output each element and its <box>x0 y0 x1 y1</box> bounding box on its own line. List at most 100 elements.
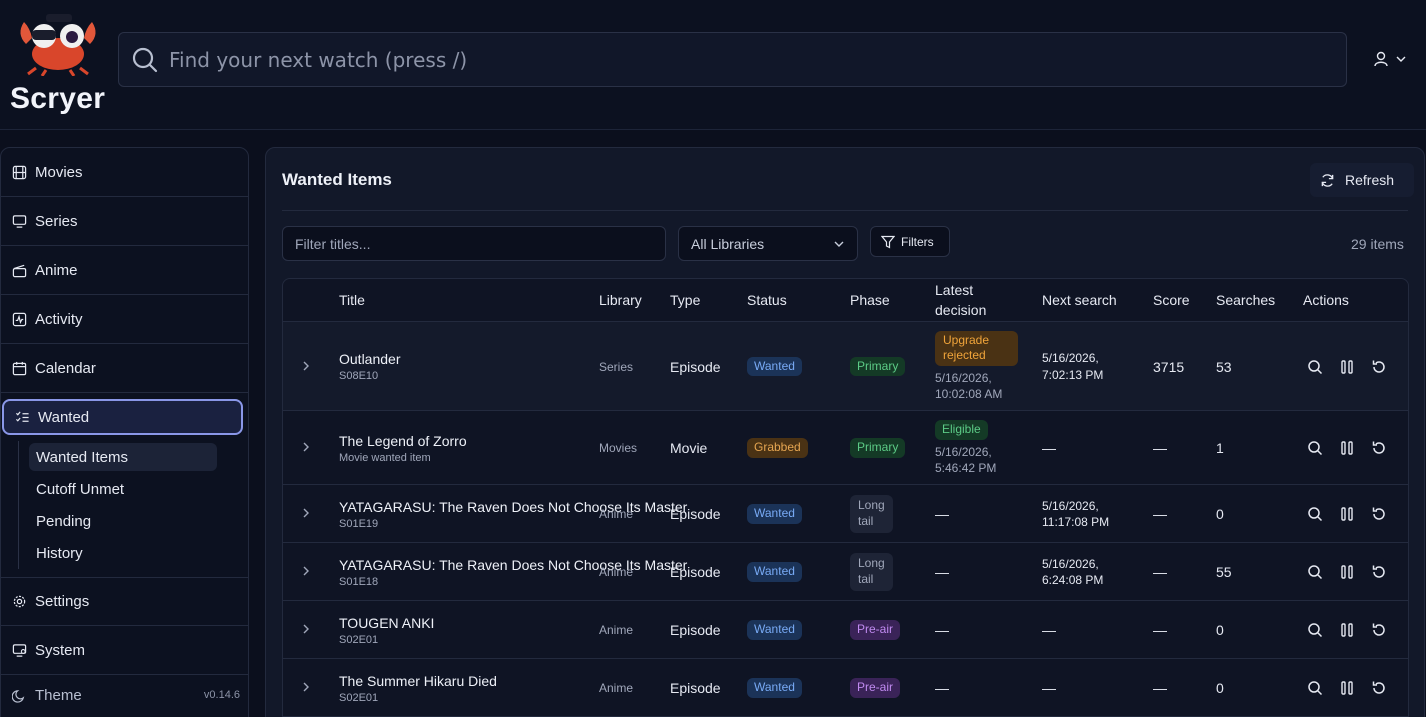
sidebar-item-series[interactable]: Series <box>1 197 248 246</box>
crab-logo-icon <box>20 14 96 76</box>
search-icon[interactable] <box>1307 506 1323 522</box>
row-type: Episode <box>670 506 721 522</box>
chevron-right-icon[interactable] <box>301 565 311 577</box>
col-actions: Actions <box>1303 291 1349 308</box>
table-row[interactable]: The Legend of Zorro Movie wanted item Mo… <box>283 411 1408 485</box>
subnav-history[interactable]: History <box>29 539 217 567</box>
sidebar-item-wanted[interactable]: Wanted <box>2 399 243 435</box>
table-row[interactable]: The Summer Hikaru Died S02E01 Anime Epis… <box>283 659 1408 717</box>
filter-icon <box>881 235 895 248</box>
reset-icon[interactable] <box>1371 506 1387 522</box>
sidebar-item-anime[interactable]: Anime <box>1 246 248 295</box>
pause-icon[interactable] <box>1339 622 1355 638</box>
search-icon[interactable] <box>1307 564 1323 580</box>
reset-icon[interactable] <box>1371 680 1387 696</box>
search-icon[interactable] <box>1307 440 1323 456</box>
pause-icon[interactable] <box>1339 506 1355 522</box>
sidebar-item-settings[interactable]: Settings <box>1 577 248 626</box>
app-logo[interactable]: Scryer <box>10 8 110 118</box>
sidebar-item-movies[interactable]: Movies <box>1 148 248 197</box>
subnav-cutoff-unmet[interactable]: Cutoff Unmet <box>29 475 217 503</box>
gear-icon <box>13 595 26 608</box>
row-searches: 53 <box>1216 358 1232 375</box>
phase-line2: tail <box>858 572 874 586</box>
filter-titles-input[interactable] <box>282 226 666 261</box>
reset-icon[interactable] <box>1371 622 1387 638</box>
row-subtitle: S08E10 <box>339 370 379 382</box>
chevron-right-icon[interactable] <box>301 681 311 693</box>
chevron-right-icon[interactable] <box>301 441 311 453</box>
row-title[interactable]: The Summer Hikaru Died <box>339 673 497 689</box>
activity-icon <box>12 312 27 326</box>
search-icon[interactable] <box>1307 680 1323 696</box>
table-row[interactable]: YATAGARASU: The Raven Does Not Choose It… <box>283 543 1408 601</box>
sidebar-item-label: Anime <box>35 261 78 279</box>
row-title[interactable]: YATAGARASU: The Raven Does Not Choose It… <box>339 499 687 515</box>
row-decision: — <box>935 622 949 638</box>
pause-icon[interactable] <box>1339 359 1355 375</box>
col-type[interactable]: Type <box>670 279 700 322</box>
subnav-wanted-items[interactable]: Wanted Items <box>29 443 217 471</box>
row-type: Episode <box>670 622 721 638</box>
library-select-value: All Libraries <box>691 235 765 252</box>
decision-time: 10:02:08 AM <box>935 387 1003 402</box>
col-searches[interactable]: Searches <box>1216 279 1275 322</box>
status-badge: Wanted <box>747 356 802 377</box>
row-title[interactable]: TOUGEN ANKI <box>339 615 434 631</box>
search-icon[interactable] <box>1307 622 1323 638</box>
table-row[interactable]: TOUGEN ANKI S02E01 Anime Episode Wanted … <box>283 601 1408 659</box>
row-subtitle: S01E19 <box>339 517 379 530</box>
row-score: — <box>1153 622 1167 638</box>
col-score[interactable]: Score <box>1153 279 1190 322</box>
search-input[interactable] <box>169 47 1346 72</box>
sidebar-item-system[interactable]: System <box>1 626 248 675</box>
pause-icon[interactable] <box>1339 440 1355 456</box>
chevron-right-icon[interactable] <box>301 623 311 635</box>
theme-toggle[interactable]: Theme v0.14.6 <box>1 683 248 707</box>
row-library: Movies <box>599 441 638 455</box>
row-library: Anime <box>599 623 634 637</box>
refresh-icon <box>1321 173 1334 187</box>
status-badge: Wanted <box>747 678 802 698</box>
table-row[interactable]: Outlander S08E10 Series Episode Wanted P… <box>283 322 1408 411</box>
col-status[interactable]: Status <box>747 279 787 322</box>
row-searches: 0 <box>1216 680 1224 696</box>
col-phase[interactable]: Phase <box>850 279 890 322</box>
row-score: 3715 <box>1153 358 1185 375</box>
sidebar-item-calendar[interactable]: Calendar <box>1 344 248 393</box>
next-search-date: 5/16/2026, <box>1042 498 1099 513</box>
pause-icon[interactable] <box>1339 564 1355 580</box>
reset-icon[interactable] <box>1371 440 1387 456</box>
filters-button[interactable]: Filters <box>870 226 950 257</box>
search-bar[interactable] <box>118 32 1347 87</box>
chevron-right-icon[interactable] <box>301 507 311 519</box>
row-score: — <box>1153 440 1167 456</box>
row-title[interactable]: YATAGARASU: The Raven Does Not Choose It… <box>339 557 687 573</box>
col-next-search[interactable]: Next search <box>1042 279 1117 322</box>
sidebar-item-label: Series <box>35 212 78 230</box>
reset-icon[interactable] <box>1371 564 1387 580</box>
subnav-pending[interactable]: Pending <box>29 507 217 535</box>
row-title[interactable]: Outlander <box>339 351 400 367</box>
col-latest-decision[interactable]: Latest decision <box>935 279 986 322</box>
row-subtitle: S02E01 <box>339 633 379 646</box>
refresh-button[interactable]: Refresh <box>1310 163 1414 197</box>
next-search-date: 5/16/2026, <box>1042 351 1099 366</box>
table-row[interactable]: YATAGARASU: The Raven Does Not Choose It… <box>283 485 1408 543</box>
phase-badge: Pre-air <box>850 620 901 640</box>
search-icon[interactable] <box>1307 359 1323 375</box>
sidebar-item-activity[interactable]: Activity <box>1 295 248 344</box>
sidebar-item-label: Settings <box>35 593 90 610</box>
clapperboard-icon <box>12 264 27 277</box>
sidebar-item-label: Activity <box>35 310 83 328</box>
row-subtitle: Movie wanted item <box>339 451 431 464</box>
pause-icon[interactable] <box>1339 680 1355 696</box>
row-title[interactable]: The Legend of Zorro <box>339 433 467 449</box>
col-title[interactable]: Title <box>339 279 365 322</box>
user-menu-button[interactable] <box>1373 48 1413 70</box>
reset-icon[interactable] <box>1371 359 1387 375</box>
chevron-right-icon[interactable] <box>301 360 311 372</box>
phase-line1: Long <box>858 556 885 571</box>
library-select[interactable]: All Libraries <box>678 226 858 261</box>
col-library[interactable]: Library <box>599 279 642 322</box>
